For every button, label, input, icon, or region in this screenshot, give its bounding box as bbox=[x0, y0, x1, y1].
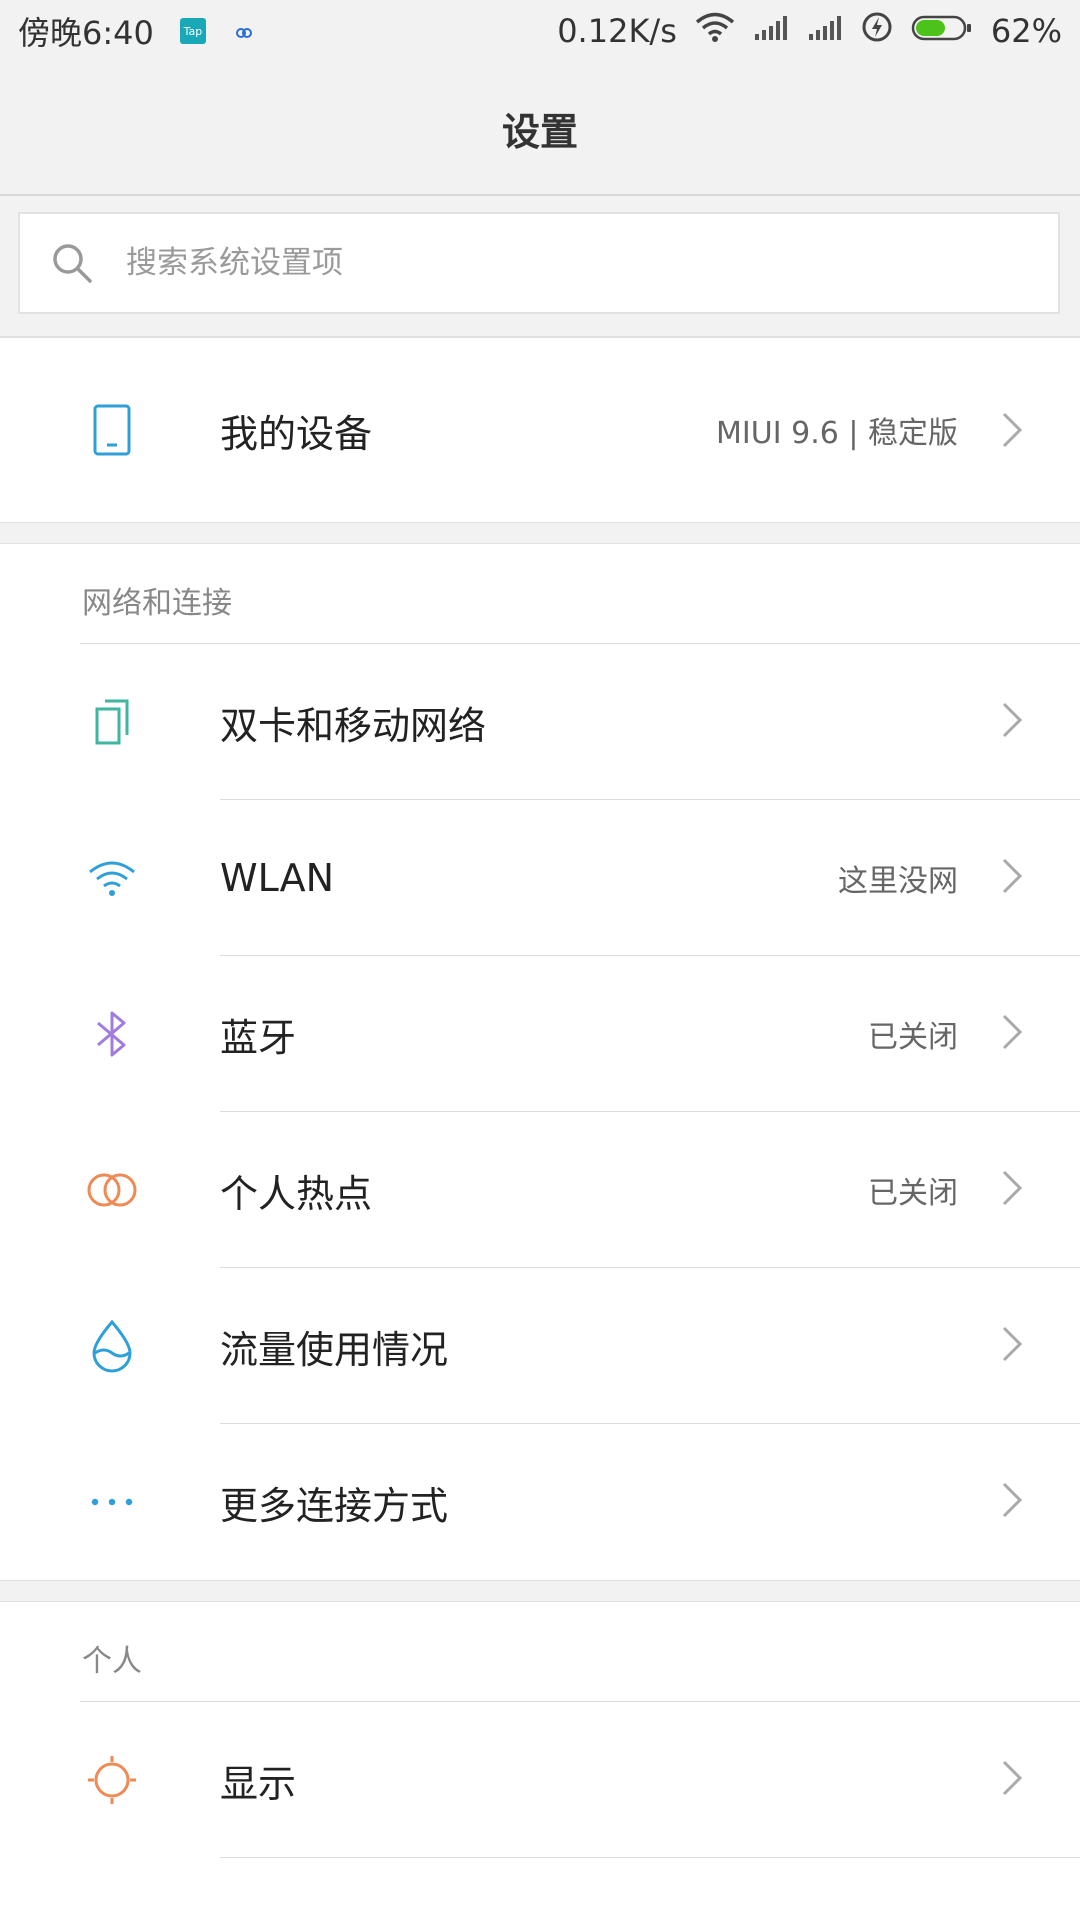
item-label: 蓝牙 bbox=[220, 1015, 297, 1060]
status-time: 傍晚6:40 bbox=[18, 14, 154, 52]
chevron-right-icon bbox=[1002, 702, 1023, 738]
chevron-right-icon bbox=[1002, 1760, 1023, 1796]
item-label: 双卡和移动网络 bbox=[220, 703, 487, 748]
page-title: 设置 bbox=[501, 109, 578, 154]
my-device-value: MIUI 9.6 | 稳定版 bbox=[716, 416, 958, 451]
notification-app-icon bbox=[232, 18, 256, 44]
bluetooth-icon bbox=[82, 1004, 142, 1064]
section-gap bbox=[0, 1580, 1080, 1602]
item-label: 更多连接方式 bbox=[220, 1483, 449, 1528]
section-title-personal: 个人 bbox=[82, 1644, 142, 1679]
item-value: 已关闭 bbox=[868, 1020, 958, 1055]
item-label: 个人热点 bbox=[220, 1171, 373, 1216]
chevron-right-icon bbox=[1002, 1014, 1023, 1050]
search-icon bbox=[53, 244, 92, 283]
chevron-right-icon bbox=[1002, 1482, 1023, 1518]
battery-icon bbox=[911, 12, 973, 50]
section-header-network: 网络和连接 bbox=[0, 544, 1080, 644]
data-usage-icon bbox=[82, 1316, 142, 1376]
chevron-right-icon bbox=[1002, 1326, 1023, 1362]
search-box[interactable] bbox=[18, 212, 1060, 314]
wifi-icon bbox=[695, 11, 735, 51]
tap-app-icon: Tap bbox=[179, 18, 206, 44]
divider bbox=[220, 1857, 1080, 1858]
chevron-right-icon bbox=[1002, 858, 1023, 894]
settings-item-hotspot[interactable]: 个人热点 已关闭 bbox=[0, 1112, 1080, 1268]
battery-fill bbox=[915, 20, 945, 36]
settings-item-display[interactable]: 显示 bbox=[0, 1702, 1080, 1858]
battery-percent: 62% bbox=[990, 12, 1062, 50]
more-icon bbox=[82, 1472, 142, 1532]
settings-item-more-connections[interactable]: 更多连接方式 bbox=[0, 1424, 1080, 1580]
item-value: 这里没网 bbox=[838, 864, 958, 899]
settings-item-data-usage[interactable]: 流量使用情况 bbox=[0, 1268, 1080, 1424]
item-value: 已关闭 bbox=[868, 1176, 958, 1211]
settings-item-wlan[interactable]: WLAN 这里没网 bbox=[0, 800, 1080, 956]
phone-icon bbox=[82, 400, 142, 460]
wifi-icon bbox=[82, 848, 142, 908]
settings-item-dual-sim[interactable]: 双卡和移动网络 bbox=[0, 644, 1080, 800]
item-label: WLAN bbox=[220, 856, 335, 900]
section-title-network: 网络和连接 bbox=[82, 586, 232, 621]
status-bar: 傍晚6:40 Tap 0.12K/s 62% bbox=[0, 0, 1080, 62]
title-bar: 设置 bbox=[0, 62, 1080, 196]
my-device-label: 我的设备 bbox=[220, 411, 373, 456]
display-brightness-icon bbox=[82, 1750, 142, 1810]
section-gap bbox=[0, 522, 1080, 544]
settings-item-bluetooth[interactable]: 蓝牙 已关闭 bbox=[0, 956, 1080, 1112]
my-device-item[interactable]: 我的设备 MIUI 9.6 | 稳定版 bbox=[0, 338, 1080, 522]
signal-sim2-icon bbox=[807, 12, 843, 50]
chevron-right-icon bbox=[1002, 412, 1023, 448]
signal-sim1-icon bbox=[753, 12, 789, 50]
hotspot-icon bbox=[82, 1160, 142, 1220]
item-label: 流量使用情况 bbox=[220, 1327, 449, 1372]
dual-sim-icon bbox=[82, 692, 142, 752]
search-input[interactable] bbox=[124, 244, 928, 282]
charging-icon bbox=[861, 11, 893, 51]
net-speed: 0.12K/s bbox=[557, 12, 677, 50]
search-area bbox=[0, 196, 1080, 338]
section-header-personal: 个人 bbox=[0, 1602, 1080, 1702]
chevron-right-icon bbox=[1002, 1170, 1023, 1206]
item-label: 显示 bbox=[220, 1761, 297, 1806]
